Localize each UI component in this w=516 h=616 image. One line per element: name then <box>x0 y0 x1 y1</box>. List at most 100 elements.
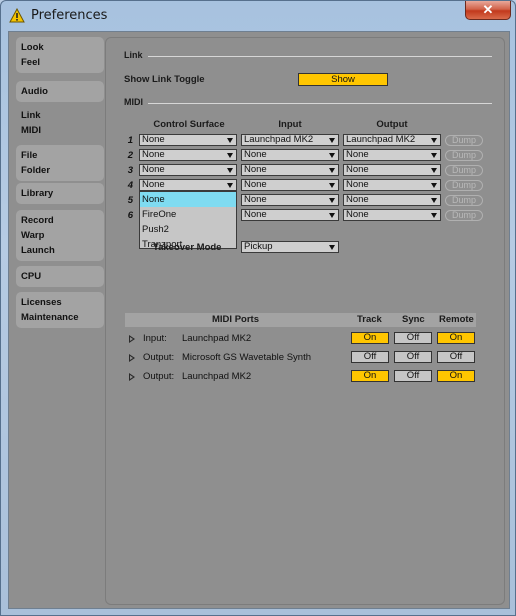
chevron-down-icon <box>431 138 437 143</box>
sidebar-item-midi[interactable]: MIDI <box>21 123 108 138</box>
input-dropdown[interactable]: None <box>241 194 339 206</box>
chevron-down-icon <box>431 168 437 173</box>
sidebar-item-audio[interactable]: Audio <box>21 84 104 99</box>
control-surface-dropdown[interactable]: None <box>139 164 237 176</box>
sync-toggle[interactable]: Off <box>394 332 432 344</box>
show-link-toggle-label: Show Link Toggle <box>124 74 205 85</box>
control-surface-dropdown-value: None <box>142 134 165 145</box>
output-dropdown[interactable]: None <box>343 179 441 191</box>
input-dropdown-value: None <box>244 209 267 220</box>
output-dropdown[interactable]: None <box>343 164 441 176</box>
chevron-down-icon <box>431 183 437 188</box>
input-dropdown[interactable]: Launchpad MK2 <box>241 134 339 146</box>
sidebar-group-audio[interactable]: Audio <box>16 81 104 102</box>
sidebar-group-record[interactable]: Record Warp Launch <box>16 210 104 261</box>
port-row: Output: Launchpad MK2 On Off On <box>125 370 476 385</box>
popup-option[interactable]: FireOne <box>140 207 236 222</box>
sidebar-item-link[interactable]: Link <box>21 108 108 123</box>
sidebar-item-record[interactable]: Record <box>21 213 104 228</box>
control-surface-dropdown[interactable]: None <box>139 179 237 191</box>
port-name: Microsoft GS Wavetable Synth <box>182 352 312 363</box>
input-header: Input <box>278 119 302 130</box>
remote-toggle[interactable]: Off <box>437 351 475 363</box>
dump-button[interactable]: Dump <box>445 165 483 176</box>
port-direction: Input: <box>143 333 167 344</box>
expand-triangle-icon[interactable] <box>129 335 135 343</box>
port-direction: Output: <box>143 371 175 382</box>
sidebar-item-cpu[interactable]: CPU <box>21 269 104 284</box>
output-dropdown[interactable]: None <box>343 149 441 161</box>
input-dropdown-value: None <box>244 164 267 175</box>
title-bar[interactable]: Preferences ✕ <box>1 1 516 31</box>
chevron-down-icon <box>329 245 335 250</box>
output-dropdown[interactable]: None <box>343 209 441 221</box>
output-dropdown[interactable]: Launchpad MK2 <box>343 134 441 146</box>
sidebar-group-look[interactable]: Look Feel <box>16 37 104 73</box>
show-link-toggle-button[interactable]: Show <box>298 73 388 86</box>
dump-button[interactable]: Dump <box>445 135 483 146</box>
sidebar-item-library[interactable]: Library <box>21 186 104 201</box>
sidebar-item-feel[interactable]: Feel <box>21 55 104 70</box>
output-dropdown[interactable]: None <box>343 194 441 206</box>
expand-triangle-icon[interactable] <box>129 373 135 381</box>
dump-button[interactable]: Dump <box>445 195 483 206</box>
sidebar-item-look[interactable]: Look <box>21 40 104 55</box>
control-surface-popup[interactable]: None FireOne Push2 Tranzport <box>139 191 237 250</box>
close-button[interactable]: ✕ <box>465 1 511 20</box>
sidebar-item-licenses[interactable]: Licenses <box>21 295 104 310</box>
control-surface-dropdown-value: None <box>142 164 165 175</box>
sidebar-group-file[interactable]: File Folder <box>16 145 104 181</box>
link-midi-panel: Link Show Link Toggle Show MIDI Control … <box>110 42 500 600</box>
sidebar-group-cpu[interactable]: CPU <box>16 266 104 287</box>
sidebar-item-file[interactable]: File <box>21 148 104 163</box>
output-dropdown-value: Launchpad MK2 <box>346 134 416 145</box>
input-dropdown-value: None <box>244 194 267 205</box>
chevron-down-icon <box>431 153 437 158</box>
sidebar-item-launch[interactable]: Launch <box>21 243 104 258</box>
sidebar-group-licenses[interactable]: Licenses Maintenance <box>16 292 104 328</box>
sidebar-group-library[interactable]: Library <box>16 183 104 204</box>
dump-button[interactable]: Dump <box>445 150 483 161</box>
track-toggle[interactable]: On <box>351 332 389 344</box>
control-surface-dropdown-value: None <box>142 179 165 190</box>
input-dropdown-value: None <box>244 179 267 190</box>
input-dropdown[interactable]: None <box>241 164 339 176</box>
chevron-down-icon <box>227 138 233 143</box>
input-dropdown[interactable]: None <box>241 209 339 221</box>
expand-triangle-icon[interactable] <box>129 354 135 362</box>
chevron-down-icon <box>329 198 335 203</box>
popup-option[interactable]: None <box>140 192 236 207</box>
sidebar-item-maintenance[interactable]: Maintenance <box>21 310 104 325</box>
dump-button[interactable]: Dump <box>445 210 483 221</box>
remote-toggle[interactable]: On <box>437 370 475 382</box>
row-number: 3 <box>127 165 133 176</box>
popup-option[interactable]: Push2 <box>140 222 236 237</box>
input-dropdown[interactable]: None <box>241 149 339 161</box>
preferences-body: Look Feel Audio Link MIDI File Folder Library Re… <box>8 31 510 609</box>
main-panel: Link Show Link Toggle Show MIDI Control … <box>105 37 505 605</box>
takeover-mode-dropdown[interactable]: Pickup <box>241 241 339 253</box>
sync-toggle[interactable]: Off <box>394 351 432 363</box>
sync-toggle[interactable]: Off <box>394 370 432 382</box>
chevron-down-icon <box>431 198 437 203</box>
link-divider <box>148 56 492 57</box>
control-surface-dropdown[interactable]: None <box>139 134 237 146</box>
track-toggle[interactable]: On <box>351 370 389 382</box>
port-name: Launchpad MK2 <box>182 333 252 344</box>
control-surface-dropdown[interactable]: None <box>139 149 237 161</box>
input-dropdown[interactable]: None <box>241 179 339 191</box>
warning-icon <box>9 8 25 23</box>
chevron-down-icon <box>227 153 233 158</box>
row-number: 4 <box>127 180 133 191</box>
sidebar-item-warp[interactable]: Warp <box>21 228 104 243</box>
window-title: Preferences <box>31 8 108 23</box>
sidebar-item-folder[interactable]: Folder <box>21 163 104 178</box>
remote-toggle[interactable]: On <box>437 332 475 344</box>
chevron-down-icon <box>329 138 335 143</box>
track-toggle[interactable]: Off <box>351 351 389 363</box>
dump-button[interactable]: Dump <box>445 180 483 191</box>
sidebar-group-link[interactable]: Link MIDI <box>16 105 108 141</box>
chevron-down-icon <box>329 213 335 218</box>
track-col: Track <box>357 314 382 325</box>
sync-col: Sync <box>402 314 425 325</box>
